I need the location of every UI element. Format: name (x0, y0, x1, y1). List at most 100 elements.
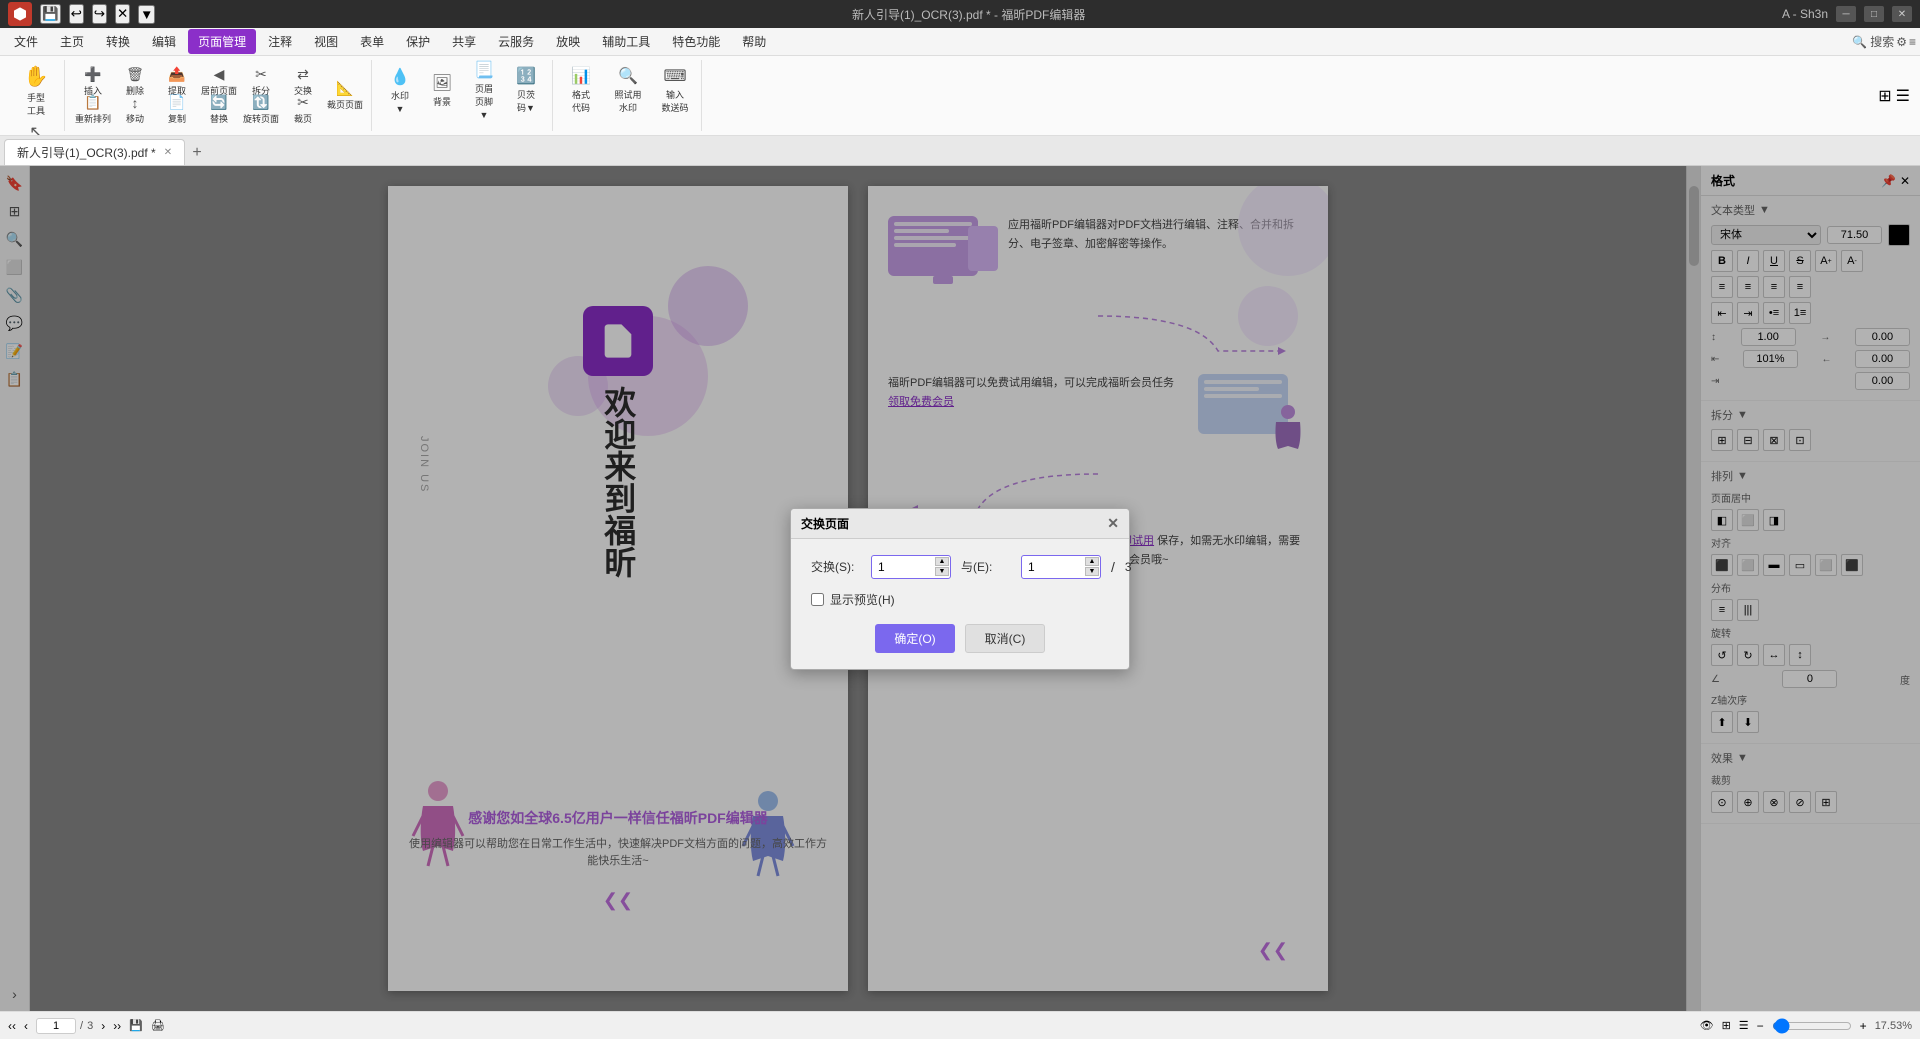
preview-checkbox[interactable] (811, 593, 824, 606)
ribbon-btn-delete[interactable]: 🗑删除 (115, 69, 155, 95)
titlebar: 💾 ↩ ↪ ✕ ▼ 新人引导(1)_OCR(3).pdf * - 福昕PDF编辑… (0, 0, 1920, 28)
prev-page-icon: ◀ (214, 66, 225, 83)
ribbon-btn-format-code[interactable]: 📊 格式代码 (561, 62, 601, 118)
qa-undo[interactable]: ↩ (69, 4, 84, 24)
ribbon-btn-background[interactable]: 🖼 背景 (422, 62, 462, 118)
menu-share[interactable]: 共享 (442, 29, 486, 54)
scroll-mode-btn[interactable]: ☰ (1739, 1019, 1749, 1032)
ribbon-btn-insert[interactable]: ➕插入 (73, 69, 113, 95)
ribbon-btn-try-watermark[interactable]: 🔍 照试用水印 (603, 62, 653, 118)
ribbon-btn-hand[interactable]: ✋ 手型工具 (14, 62, 58, 118)
ribbon-btn-bates[interactable]: 🔢 贝茨码▼ (506, 62, 546, 118)
ribbon-subgroup1: ➕插入 🗑删除 📤提取 ◀居前页面 📋重新排列 ↕移动 📄复制 🔄替换 (73, 69, 239, 123)
ribbon: ✋ 手型工具 ↖ 选择 ➕插入 🗑删除 📤提取 ◀居前页面 📋重新排列 ↕移动 … (0, 56, 1920, 136)
select-icon: ↖ (29, 122, 42, 136)
menu-page-manage[interactable]: 页面管理 (188, 29, 256, 54)
qa-redo[interactable]: ↪ (92, 4, 107, 24)
settings-btn[interactable]: ⚙ (1896, 35, 1907, 49)
menu-cloud[interactable]: 云服务 (488, 29, 544, 54)
page-separator: / (80, 1020, 83, 1032)
more-btn[interactable]: ≡ (1909, 35, 1916, 49)
minimize-btn[interactable]: ─ (1836, 6, 1856, 22)
insert-icon: ➕ (84, 66, 101, 83)
eye-btn[interactable]: 👁 (1700, 1019, 1714, 1032)
try-watermark-icon: 🔍 (618, 66, 638, 86)
ribbon-btn-replace[interactable]: 🔄替换 (199, 97, 239, 123)
crop-icon: ✂ (297, 94, 309, 111)
ribbon-btn-crop[interactable]: ✂裁页 (283, 97, 323, 123)
preview-label: 显示预览(H) (830, 591, 895, 608)
zoom-out-btn[interactable]: − (1757, 1019, 1764, 1033)
titlebar-left: 💾 ↩ ↪ ✕ ▼ (8, 2, 155, 26)
dialog-cancel-btn[interactable]: 取消(C) (965, 624, 1045, 653)
menu-protect[interactable]: 保护 (396, 29, 440, 54)
menu-home[interactable]: 主页 (50, 29, 94, 54)
save-copy-btn[interactable]: 💾 (129, 1019, 143, 1032)
ribbon-btn-move[interactable]: ↕移动 (115, 97, 155, 123)
view-mode-btn[interactable]: ⊞ (1722, 1019, 1731, 1032)
new-tab-btn[interactable]: + (185, 141, 209, 165)
format-code-icon: 📊 (571, 66, 591, 86)
ribbon-group-watermark: 💧 水印 ▼ 🖼 背景 📃 页眉页脚 ▼ 🔢 贝茨码▼ (374, 60, 553, 131)
ribbon-btn-header-footer[interactable]: 📃 页眉页脚 ▼ (464, 62, 504, 118)
ribbon-group-edit: ➕插入 🗑删除 📤提取 ◀居前页面 📋重新排列 ↕移动 📄复制 🔄替换 ✂拆分 … (67, 60, 372, 131)
zoom-slider[interactable] (1772, 1018, 1852, 1034)
swap-icon: ⇄ (297, 66, 309, 83)
tab-pdf[interactable]: 新人引导(1)_OCR(3).pdf * ✕ (4, 139, 185, 165)
swap-spin-up[interactable]: ▲ (935, 557, 949, 566)
menu-present[interactable]: 放映 (546, 29, 590, 54)
main-area: 🔖 ⊞ 🔍 ⬜ 📎 💬 📝 📋 › (0, 166, 1920, 1011)
dialog-confirm-btn[interactable]: 确定(O) (875, 624, 955, 653)
qa-more[interactable]: ▼ (138, 5, 155, 24)
ribbon-list-view[interactable]: ☰ (1896, 86, 1910, 106)
next-page-nav[interactable]: ›› (113, 1019, 121, 1033)
dialog-close-icon[interactable]: ✕ (1107, 515, 1119, 532)
dialog-swap-input-wrapper: ▲ ▼ (871, 555, 951, 579)
user-area: A - Sh3n (1782, 7, 1828, 21)
zoom-in-btn[interactable]: + (1860, 1019, 1867, 1033)
prev-page-nav[interactable]: ‹‹ (8, 1019, 16, 1033)
swap-spin-down[interactable]: ▼ (935, 567, 949, 576)
menu-assist[interactable]: 辅助工具 (592, 29, 660, 54)
ribbon-btn-extract[interactable]: 📤提取 (157, 69, 197, 95)
ribbon-btn-swap[interactable]: ⇄交换 (283, 69, 323, 95)
ribbon-grid-view[interactable]: ⊞ (1878, 86, 1891, 106)
tab-close-btn[interactable]: ✕ (164, 147, 172, 158)
menu-help[interactable]: 帮助 (732, 29, 776, 54)
close-btn[interactable]: ✕ (1892, 6, 1912, 22)
ribbon-btn-copy[interactable]: 📄复制 (157, 97, 197, 123)
ribbon-subgroup3: 📐裁页页面 (325, 83, 365, 109)
with-spin-up[interactable]: ▲ (1085, 557, 1099, 566)
menu-convert[interactable]: 转换 (96, 29, 140, 54)
ribbon-btn-rotate[interactable]: 🔃旋转页面 (241, 97, 281, 123)
menu-edit[interactable]: 编辑 (142, 29, 186, 54)
dialog-preview-row: 显示预览(H) (811, 591, 1109, 608)
extract-icon: 📤 (168, 66, 185, 83)
qa-close[interactable]: ✕ (115, 4, 130, 24)
with-spin-down[interactable]: ▼ (1085, 567, 1099, 576)
ribbon-btn-prev-page[interactable]: ◀居前页面 (199, 69, 239, 95)
menu-file[interactable]: 文件 (4, 29, 48, 54)
ribbon-spacer (704, 60, 1874, 131)
page-input[interactable] (36, 1018, 76, 1034)
maximize-btn[interactable]: □ (1864, 6, 1884, 22)
page-total: 3 (87, 1020, 93, 1032)
ribbon-btn-rearrange[interactable]: 📋重新排列 (73, 97, 113, 123)
search-btn[interactable]: 🔍 搜索 (1852, 33, 1894, 50)
statusbar: ‹‹ ‹ / 3 › ›› 💾 🖨 👁 ⊞ ☰ − + 17.53% (0, 1011, 1920, 1039)
menu-special[interactable]: 特色功能 (662, 29, 730, 54)
qa-save[interactable]: 💾 (40, 4, 61, 24)
menu-view[interactable]: 视图 (304, 29, 348, 54)
next-page-btn[interactable]: › (101, 1019, 105, 1033)
ribbon-btn-crop2[interactable]: 📐裁页页面 (325, 83, 365, 109)
prev-page-btn[interactable]: ‹ (24, 1019, 28, 1033)
ribbon-btn-watermark[interactable]: 💧 水印 ▼ (380, 62, 420, 118)
dialog-separator: / (1111, 559, 1115, 575)
menu-annotation[interactable]: 注释 (258, 29, 302, 54)
menu-form[interactable]: 表单 (350, 29, 394, 54)
ribbon-btn-input-code[interactable]: ⌨ 输入数送码 (655, 62, 695, 118)
ribbon-btn-split[interactable]: ✂拆分 (241, 69, 281, 95)
ribbon-view-icons: ⊞ ☰ (1876, 60, 1912, 131)
print-btn[interactable]: 🖨 (151, 1019, 165, 1032)
ribbon-btn-select[interactable]: ↖ 选择 (14, 120, 58, 136)
